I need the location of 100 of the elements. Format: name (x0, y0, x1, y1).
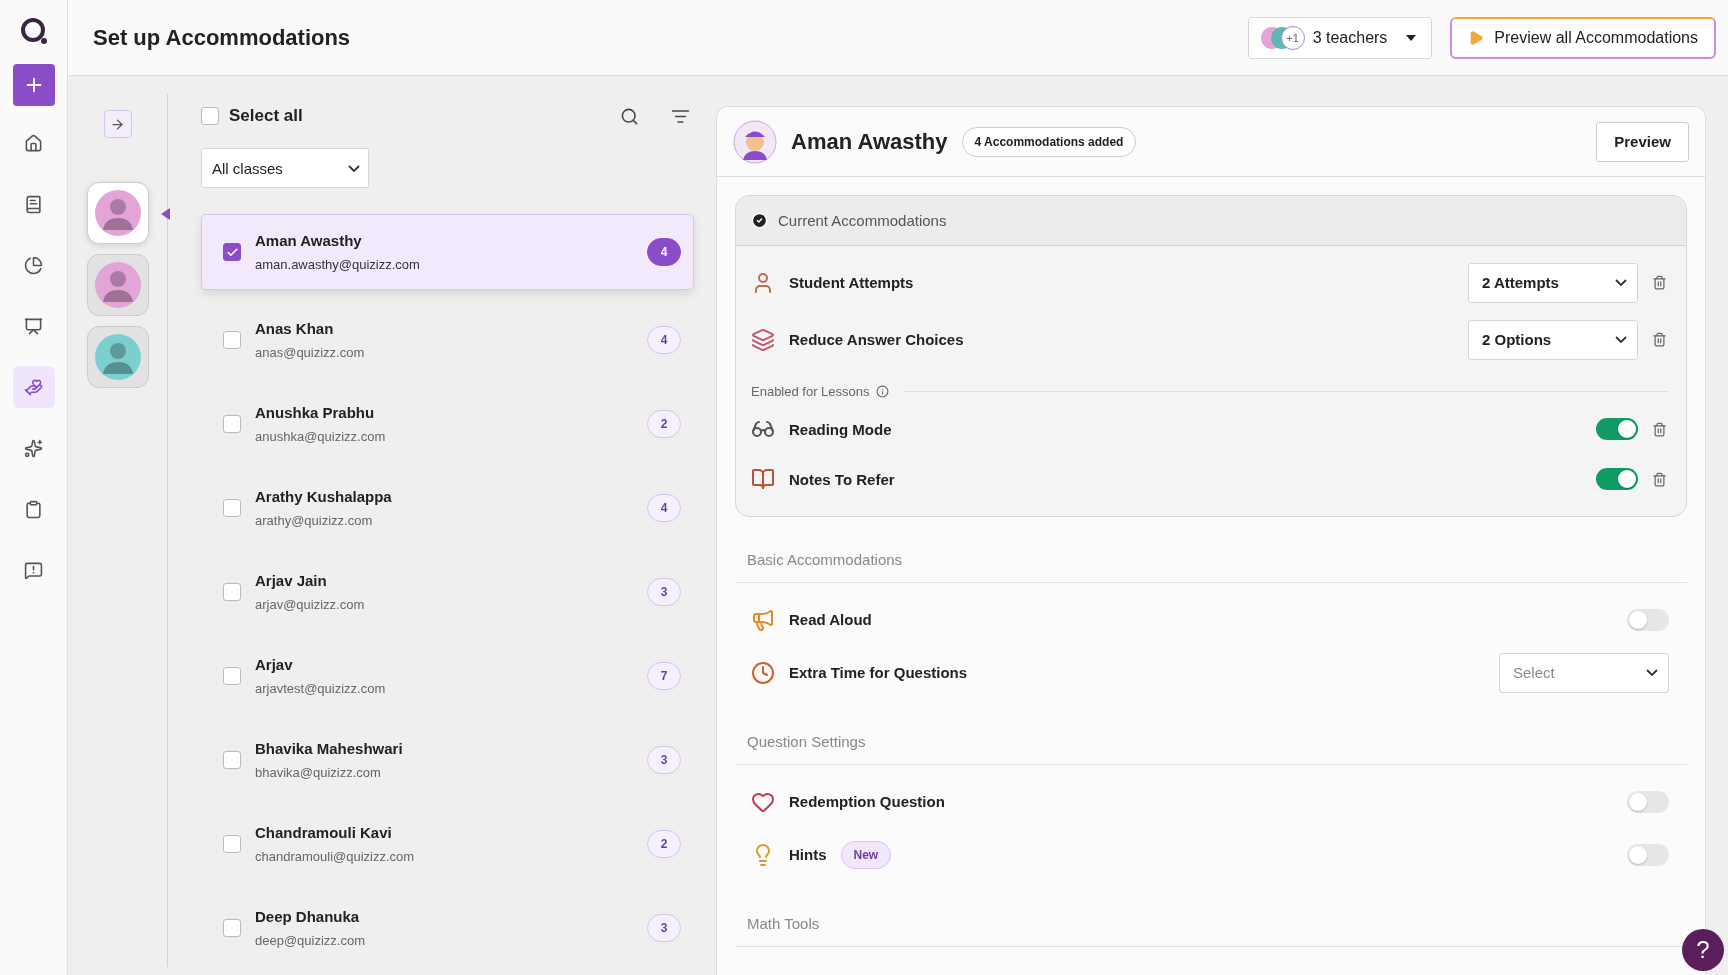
checkbox[interactable] (223, 415, 241, 433)
student-name: Arathy Kushalappa (255, 488, 393, 505)
new-tag: New (840, 840, 892, 869)
section-title: Current Accommodations (778, 212, 947, 229)
class-dropdown[interactable]: All classes (201, 148, 369, 188)
chevron-down-icon (1646, 669, 1658, 676)
accommodation-label: Hints (789, 846, 827, 863)
dropdown[interactable]: Select (1499, 652, 1669, 693)
checkbox[interactable] (223, 583, 241, 601)
select-all-label: Select all (229, 106, 304, 126)
student-name: Aman Awasthy (791, 128, 948, 155)
accommodation-count: 3 (647, 914, 681, 942)
checkbox[interactable] (223, 243, 241, 261)
student-row[interactable]: Arjav Jain arjav@quizizz.com 3 (201, 550, 694, 634)
teachers-dropdown[interactable]: +1 3 teachers (1247, 16, 1433, 59)
toggle-switch[interactable] (1627, 608, 1669, 631)
caret-icon (1405, 33, 1418, 42)
sparkles-icon (24, 438, 43, 458)
student-row[interactable]: Anushka Prabhu anushka@quizizz.com 2 (201, 382, 694, 466)
home-icon (24, 133, 43, 153)
accommodation-label: Read Aloud (789, 611, 872, 628)
accommodation-label: Reading Mode (789, 420, 892, 438)
nav-item[interactable] (12, 366, 55, 408)
checkbox[interactable] (223, 499, 241, 517)
student-row[interactable]: Arathy Kushalappa arathy@quizizz.com 4 (201, 466, 694, 550)
hand-heart-icon (24, 377, 43, 397)
student-name: Aman Awasthy (255, 232, 363, 249)
toggle-switch[interactable] (1627, 843, 1669, 866)
delete-button[interactable] (1652, 421, 1668, 437)
create-button[interactable] (12, 64, 55, 106)
student-row[interactable]: Bhavika Maheshwari bhavika@quizizz.com 3 (201, 718, 694, 802)
class-card[interactable] (86, 254, 149, 316)
dropdown[interactable]: 2 Options (1468, 319, 1638, 360)
accommodation-label: Extra Time for Questions (789, 664, 968, 681)
info-icon (875, 384, 889, 398)
student-avatar-icon (733, 119, 777, 164)
checkbox[interactable] (223, 667, 241, 685)
student-row[interactable]: Arjav arjavtest@quizizz.com 7 (201, 634, 694, 718)
trash-icon (1652, 471, 1667, 487)
student-email: arjavtest@quizizz.com (255, 681, 387, 696)
avatar-icon (94, 262, 141, 308)
check-icon (225, 245, 239, 259)
help-button[interactable]: ? (1682, 929, 1724, 971)
lessons-label: Enabled for Lessons (751, 383, 870, 399)
student-name: Arjav Jain (255, 572, 328, 589)
page-title: Set up Accommodations (93, 24, 352, 51)
student-name: Arjav (255, 656, 294, 673)
avatar-icon (94, 334, 141, 380)
search-icon (620, 106, 639, 126)
accommodation-count: 7 (647, 662, 681, 690)
checkbox[interactable] (223, 751, 241, 769)
delete-button[interactable] (1652, 275, 1668, 290)
student-row[interactable]: Chandramouli Kavi chandramouli@quizizz.com 2 (201, 802, 694, 886)
delete-button[interactable] (1652, 332, 1668, 347)
accommodation-label: Student Attempts (789, 274, 914, 291)
chevron-down-icon (1615, 279, 1627, 286)
student-name: Bhavika Maheshwari (255, 740, 404, 757)
student-row[interactable]: Anas Khan anas@quizizz.com 4 (201, 298, 694, 382)
student-email: chandramouli@quizizz.com (255, 849, 416, 864)
accommodation-label: Reduce Answer Choices (789, 331, 964, 348)
accommodation-label: Redemption Question (789, 793, 945, 810)
chevron-down-icon (1615, 336, 1627, 343)
accommodations-count: 4 Accommodations added (961, 126, 1137, 157)
student-email: bhavika@quizizz.com (255, 765, 382, 780)
checkbox[interactable] (223, 835, 241, 853)
student-email: arathy@quizizz.com (255, 513, 374, 528)
student-email: aman.awasthy@quizizz.com (255, 257, 421, 272)
accommodation-count: 2 (647, 410, 681, 438)
checkbox[interactable] (201, 107, 219, 125)
clock-icon (751, 660, 775, 685)
check-circle-icon (751, 212, 768, 229)
student-name: Deep Dhanuka (255, 908, 361, 925)
student-row[interactable]: Deep Dhanuka deep@quizizz.com 3 (201, 886, 694, 970)
pointer-icon (160, 208, 170, 220)
toggle-switch[interactable] (1596, 468, 1638, 490)
accommodation-count: 4 (647, 494, 681, 522)
preview-all-button[interactable]: Preview all Accommodations (1450, 16, 1716, 59)
class-card[interactable] (86, 326, 149, 388)
message-alert-icon (24, 560, 43, 580)
section-title: Math Tools (735, 915, 1687, 947)
preview-button[interactable]: Preview (1596, 121, 1689, 162)
delete-button[interactable] (1652, 471, 1668, 487)
checkbox[interactable] (223, 919, 241, 937)
student-name: Chandramouli Kavi (255, 824, 393, 841)
accommodation-count: 4 (647, 326, 681, 354)
student-row[interactable]: Aman Awasthy aman.awasthy@quizizz.com 4 (201, 214, 694, 290)
logo-icon[interactable] (18, 16, 49, 46)
dropdown[interactable]: 2 Attempts (1468, 262, 1638, 303)
checkbox[interactable] (223, 331, 241, 349)
trash-icon (1652, 275, 1667, 290)
student-email: anushka@quizizz.com (255, 429, 387, 444)
accommodation-label: Notes To Refer (789, 470, 895, 488)
megaphone-icon (751, 607, 775, 632)
accommodation-count: 2 (647, 830, 681, 858)
expand-button[interactable] (103, 110, 132, 138)
section-title: Basic Accommodations (735, 551, 1687, 583)
student-email: arjav@quizizz.com (255, 597, 366, 612)
toggle-switch[interactable] (1627, 790, 1669, 813)
toggle-switch[interactable] (1596, 418, 1638, 440)
student-name: Anas Khan (255, 320, 335, 337)
